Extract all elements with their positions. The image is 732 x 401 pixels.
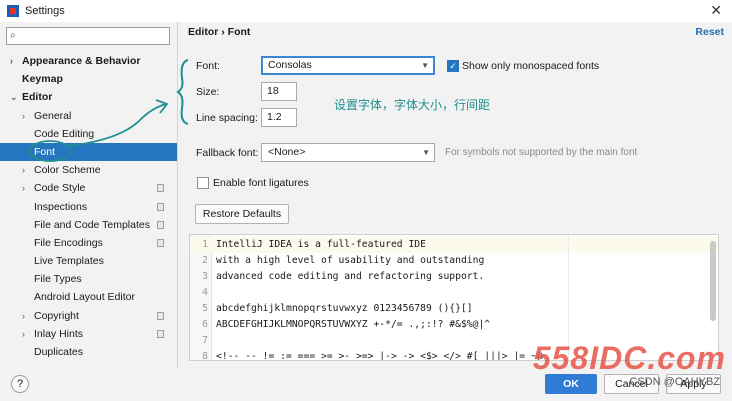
help-button[interactable]: ? xyxy=(11,375,29,393)
watermark-text: CSDN @OAHYBZ xyxy=(629,376,720,388)
ok-button[interactable]: OK xyxy=(545,374,597,394)
annotation-arrow xyxy=(67,103,167,147)
annotation-circle xyxy=(29,140,71,162)
annotation-bracket xyxy=(176,59,189,125)
watermark-logo: 558IDC.com xyxy=(532,340,726,376)
